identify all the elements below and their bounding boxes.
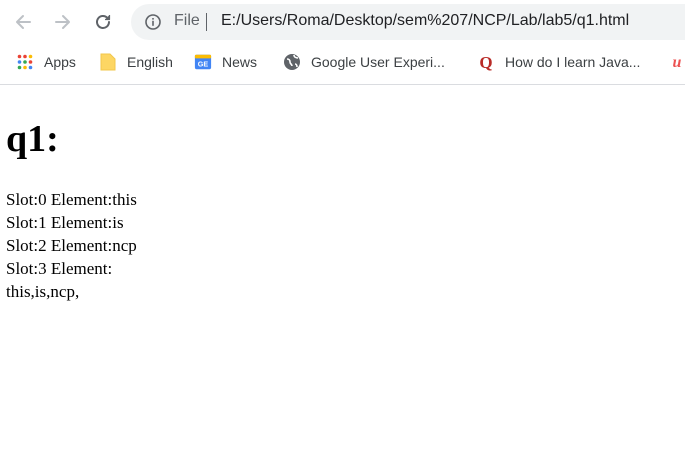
bookmark-quora-java[interactable]: Q How do I learn Java...	[477, 52, 640, 72]
browser-toolbar: File E:/Users/Roma/Desktop/sem%207/NCP/L…	[0, 0, 685, 44]
bookmark-label: News	[222, 54, 258, 70]
bookmark-news[interactable]: GE News	[194, 52, 257, 72]
bookmark-overflow[interactable]: u	[668, 52, 685, 72]
address-divider	[206, 13, 207, 31]
address-scheme-label: File	[174, 12, 200, 29]
bookmark-english[interactable]: English	[99, 52, 173, 72]
bookmark-label: English	[127, 54, 173, 70]
address-url-text[interactable]: E:/Users/Roma/Desktop/sem%207/NCP/Lab/la…	[221, 12, 629, 30]
reload-icon	[96, 15, 111, 29]
address-bar[interactable]: File E:/Users/Roma/Desktop/sem%207/NCP/L…	[131, 4, 685, 40]
forward-button[interactable]	[51, 10, 75, 34]
forward-arrow-icon	[55, 15, 70, 29]
quora-icon: Q	[477, 53, 495, 71]
output-line: Slot:2 Element:ncp	[6, 236, 137, 255]
bookmark-apps[interactable]: Apps	[16, 52, 76, 72]
info-icon[interactable]	[145, 14, 161, 30]
output-line: this,is,ncp,	[6, 282, 80, 301]
back-button[interactable]	[11, 10, 35, 34]
svg-text:GE: GE	[198, 60, 209, 69]
google-news-icon: GE	[194, 53, 212, 71]
output-line: Slot:1 Element:is	[6, 213, 124, 232]
svg-text:u: u	[673, 54, 682, 71]
back-arrow-icon	[16, 15, 31, 29]
page-heading: q1:	[6, 118, 59, 160]
svg-text:Q: Q	[479, 53, 492, 71]
reload-button[interactable]	[91, 10, 115, 34]
apps-grid-icon	[16, 53, 34, 71]
globe-icon	[283, 53, 301, 71]
udemy-icon: u	[668, 53, 685, 71]
output-line: Slot:0 Element:this	[6, 190, 137, 209]
bookmark-label: Google User Experi...	[311, 54, 445, 70]
page-content: q1: Slot:0 Element:this Slot:1 Element:i…	[0, 85, 685, 465]
folder-icon	[99, 53, 117, 71]
output-line: Slot:3 Element:	[6, 259, 113, 278]
output-lines: Slot:0 Element:this Slot:1 Element:is Sl…	[6, 188, 137, 303]
bookmark-label: Apps	[44, 54, 76, 70]
bookmark-label: How do I learn Java...	[505, 54, 641, 70]
bookmarks-bar: Apps English GE News Google User Experi.…	[0, 44, 685, 85]
bookmark-google-ux[interactable]: Google User Experi...	[283, 52, 445, 72]
